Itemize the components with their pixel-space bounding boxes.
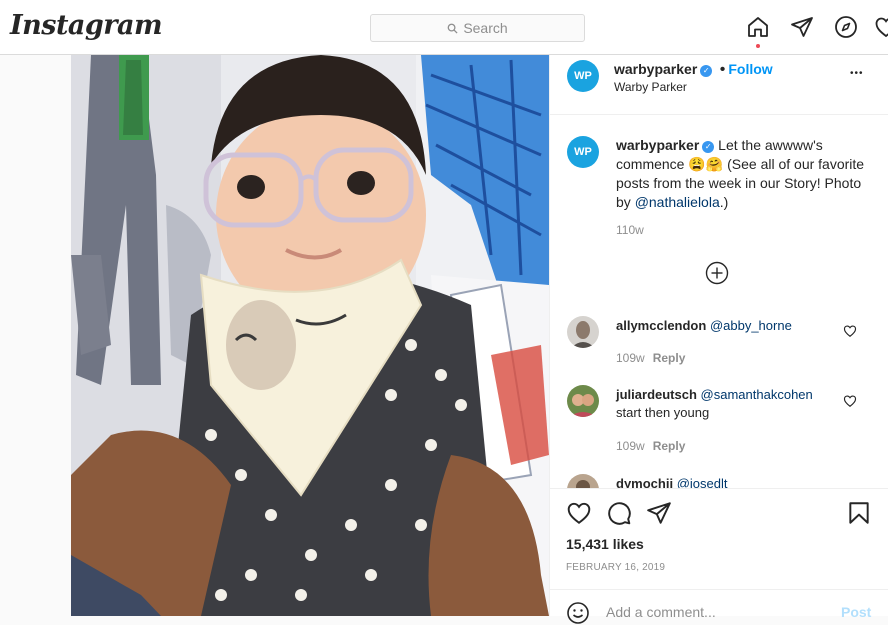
post-caption: warbyparker ✓ Let the awwww's commence 😩🤗… [616,136,866,212]
search-placeholder: Search [463,20,508,36]
add-comment-bar: Add a comment... Post [550,589,888,624]
post-comment-button[interactable]: Post [841,604,871,620]
search-input[interactable]: Search [370,14,585,42]
reply-button[interactable]: Reply [653,439,686,453]
comment-avatar[interactable] [567,316,599,348]
comment-timestamp[interactable]: 109w [616,439,645,453]
add-comment-input[interactable]: Add a comment... [606,604,716,620]
post-date[interactable]: FEBRUARY 16, 2019 [566,562,665,573]
explore-icon[interactable] [833,14,859,40]
heart-icon[interactable] [566,500,592,526]
follow-button[interactable]: Follow [728,61,772,77]
bookmark-icon[interactable] [846,500,872,526]
like-comment-icon[interactable] [843,394,857,408]
post-details-panel: WP warbyparker ✓ • Follow Warby Parker •••… [549,55,888,624]
post-header: WP warbyparker ✓ • Follow Warby Parker ••• [550,55,888,115]
comment-item: juliardeutsch @samanthakcohen start then… [616,386,856,422]
verified-badge-icon: ✓ [700,65,713,77]
load-more-comments-button[interactable] [705,261,729,285]
instagram-logo[interactable]: Instagram [10,10,163,41]
activity-icon[interactable] [874,14,888,40]
top-navigation-bar: Instagram Search [0,0,888,55]
caption-account-name[interactable]: warbyparker [616,137,699,153]
comment-text: start then young [616,405,710,420]
plus-circle-icon [705,261,729,285]
verified-badge-icon: ✓ [702,141,715,153]
comment-timestamp[interactable]: 109w [616,351,645,365]
avatar[interactable]: WP [567,60,599,92]
post-photo[interactable] [71,55,549,616]
notification-dot [756,44,760,48]
home-icon[interactable] [745,14,771,40]
follow-separator: • [719,61,726,78]
post-account-name[interactable]: warbyparker [614,61,697,77]
comment-item: allymcclendon @abby_horne [616,317,856,335]
post-account-subtitle[interactable]: Warby Parker [614,80,687,94]
caption-avatar[interactable]: WP [567,136,599,168]
post-actions-section: 15,431 likes FEBRUARY 16, 2019 Add a com… [550,488,888,624]
more-options-icon[interactable]: ••• [850,68,864,79]
comment-mention-link[interactable]: @abby_horne [710,318,792,333]
comment-icon[interactable] [606,500,632,526]
baby-photo-illustration [71,55,549,616]
comment-mention-link[interactable]: @samanthakcohen [701,387,813,402]
comment-username[interactable]: allymcclendon [616,318,706,333]
direct-icon[interactable] [789,14,815,40]
caption-emoji: 😩🤗 [688,156,724,172]
share-icon[interactable] [646,500,672,526]
reply-button[interactable]: Reply [653,351,686,365]
search-icon [447,23,458,34]
like-count[interactable]: 15,431 likes [566,536,644,552]
caption-timestamp[interactable]: 110w [616,223,644,237]
like-comment-icon[interactable] [843,324,857,338]
comment-avatar[interactable] [567,385,599,417]
caption-mention-link[interactable]: @nathalielola [635,194,720,210]
caption-text-3: .) [719,194,729,210]
comment-username[interactable]: juliardeutsch [616,387,697,402]
emoji-icon[interactable] [566,601,590,625]
